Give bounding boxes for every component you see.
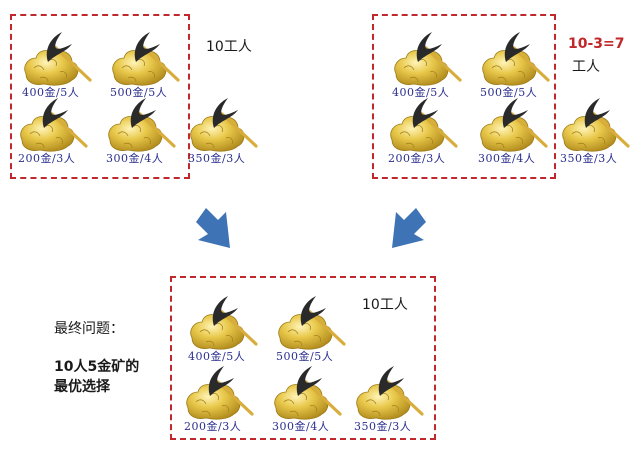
- arrow-down-icon: [196, 208, 230, 248]
- mine-caption: 400金/5人: [188, 350, 246, 363]
- gold-mine: 200金/3人: [182, 364, 262, 433]
- gold-mine-icon: [277, 294, 346, 351]
- mine-caption: 350金/3人: [560, 152, 618, 165]
- gold-mine: 500金/5人: [274, 294, 354, 363]
- mine-caption: 300金/4人: [272, 420, 330, 433]
- gold-mine-icon: [189, 96, 258, 153]
- mine-caption: 500金/5人: [276, 350, 334, 363]
- gold-mine: 500金/5人: [478, 30, 558, 99]
- mine-caption: 200金/3人: [388, 152, 446, 165]
- mine-caption: 200金/3人: [18, 152, 76, 165]
- gold-mine-icon: [23, 30, 92, 87]
- question-line-2: 最优选择: [54, 379, 110, 395]
- question-line-1: 10人5金矿的: [54, 359, 140, 375]
- worker-count-label: 10工人: [362, 297, 408, 313]
- gold-mine-icon: [185, 364, 254, 421]
- gold-mine: 350金/3人: [186, 96, 266, 165]
- gold-mine: 200金/3人: [16, 96, 96, 165]
- gold-mine: 400金/5人: [20, 30, 100, 99]
- gold-mine-icon: [393, 30, 462, 87]
- gold-mine: 350金/3人: [352, 364, 432, 433]
- gold-mine-icon: [107, 96, 176, 153]
- worker-count-label: 10工人: [206, 39, 252, 55]
- gold-mine: 300金/4人: [270, 364, 350, 433]
- question-heading: 最终问题：: [54, 321, 124, 337]
- gold-mine-icon: [189, 294, 258, 351]
- gold-mine-icon: [273, 364, 342, 421]
- mine-caption: 350金/3人: [354, 420, 412, 433]
- gold-mine-icon: [389, 96, 458, 153]
- worker-count-label: 工人: [572, 59, 600, 75]
- mine-caption: 350金/3人: [188, 152, 246, 165]
- gold-mine: 400金/5人: [186, 294, 266, 363]
- gold-mine: 400金/5人: [390, 30, 470, 99]
- mine-caption: 300金/4人: [478, 152, 536, 165]
- gold-mine-icon: [481, 30, 550, 87]
- gold-mine: 200金/3人: [386, 96, 466, 165]
- gold-mine-icon: [111, 30, 180, 87]
- gold-mine: 300金/4人: [476, 96, 556, 165]
- gold-mine: 300金/4人: [104, 96, 184, 165]
- gold-mine-icon: [355, 364, 424, 421]
- gold-mine-icon: [561, 96, 630, 153]
- gold-mine-icon: [19, 96, 88, 153]
- gold-mine: 500金/5人: [108, 30, 188, 99]
- mine-caption: 300金/4人: [106, 152, 164, 165]
- worker-formula: 10-3=7: [568, 36, 625, 52]
- gold-mine-icon: [479, 96, 548, 153]
- arrow-down-icon: [392, 208, 426, 248]
- gold-mine: 350金/3人: [558, 96, 638, 165]
- mine-caption: 200金/3人: [184, 420, 242, 433]
